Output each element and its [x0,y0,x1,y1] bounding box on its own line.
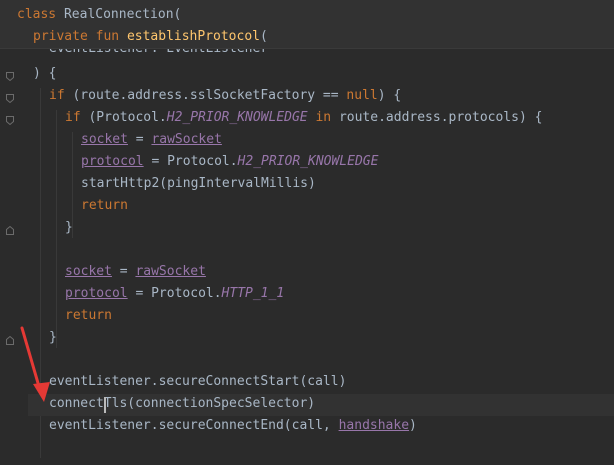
fold-marker-icon[interactable] [6,72,14,81]
code-line[interactable]: if (route.address.sslSocketFactory == nu… [49,85,401,107]
sticky-class-line[interactable]: class RealConnection( [17,4,181,26]
code-line[interactable]: protocol = Protocol.H2_PRIOR_KNOWLEDGE [81,151,378,173]
code-line[interactable]: socket = rawSocket [81,129,222,151]
code-line[interactable]: startHttp2(pingIntervalMillis) [81,173,316,195]
code-line-current[interactable]: connectTls(connectionSpecSelector) [49,393,315,415]
code-line[interactable]: return [65,305,112,327]
sticky-scroll-header[interactable]: class RealConnection( private fun establ… [0,0,614,49]
code-line[interactable]: return [81,195,128,217]
red-arrow-annotation [14,320,54,414]
partial-parameter-line: eventListener: EventListener [49,49,268,60]
code-line[interactable]: socket = rawSocket [65,261,206,283]
text-caret [104,397,106,413]
code-line[interactable]: eventListener.secureConnectStart(call) [49,371,346,393]
fold-marker-icon[interactable] [6,226,14,235]
fold-marker-icon[interactable] [6,336,14,345]
code-line[interactable]: protocol = Protocol.HTTP_1_1 [65,283,284,305]
sticky-function-line[interactable]: private fun establishProtocol( [33,26,268,48]
code-line[interactable]: ) { [33,63,56,85]
fold-marker-icon[interactable] [6,116,14,125]
code-line[interactable]: } [65,217,73,239]
code-line[interactable]: if (Protocol.H2_PRIOR_KNOWLEDGE in route… [65,107,542,129]
code-editor[interactable]: class RealConnection( private fun establ… [0,0,614,465]
code-line[interactable]: eventListener.secureConnectEnd(call, han… [49,415,417,437]
indent-guide [56,110,57,348]
fold-marker-icon[interactable] [6,94,14,103]
